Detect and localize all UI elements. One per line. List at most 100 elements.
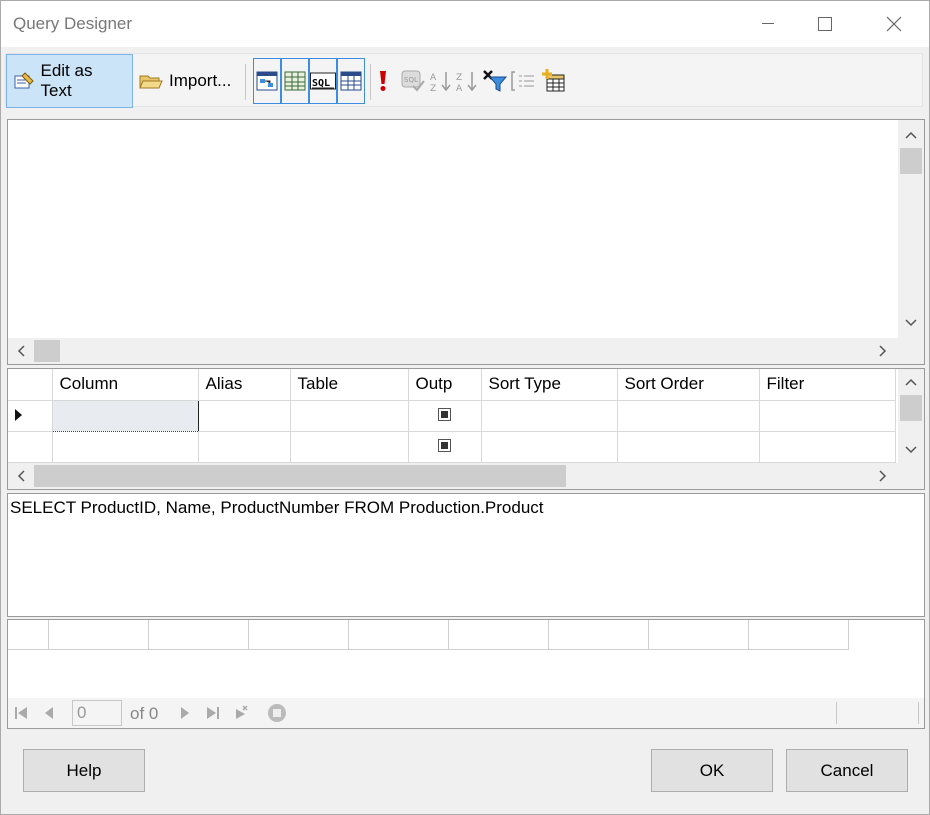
grid-hscroll-thumb[interactable] [34, 465, 566, 487]
sort-order-cell[interactable] [617, 431, 760, 463]
grid-row[interactable] [8, 399, 896, 432]
stop-button[interactable] [266, 702, 288, 724]
first-record-icon [15, 707, 27, 719]
sort-ascending-button[interactable]: A Z [428, 68, 454, 94]
previous-record-button[interactable] [38, 702, 60, 724]
output-cell[interactable] [408, 431, 482, 463]
column-header-sort-type[interactable]: Sort Type [481, 369, 618, 401]
last-record-button[interactable] [202, 702, 224, 724]
filter-cell[interactable] [759, 400, 896, 432]
add-table-icon [542, 69, 565, 92]
window-title: Query Designer [13, 14, 133, 33]
add-table-button[interactable] [540, 68, 566, 94]
next-record-button[interactable] [174, 702, 196, 724]
edit-as-text-button[interactable]: Edit as Text [6, 54, 133, 108]
results-column-cell [449, 620, 549, 650]
grid-horizontal-scrollbar[interactable] [8, 463, 924, 489]
results-column-cell [149, 620, 249, 650]
column-header-column[interactable]: Column [52, 369, 199, 401]
maximize-icon [818, 17, 832, 31]
maximize-button[interactable] [802, 1, 848, 47]
sort-type-cell[interactable] [481, 431, 618, 463]
column-header-sort-order[interactable]: Sort Order [617, 369, 760, 401]
minimize-button[interactable] [745, 1, 791, 47]
alias-cell[interactable] [197, 400, 291, 432]
sort-descending-icon: Z A [456, 72, 477, 93]
diagram-vscroll-thumb[interactable] [900, 148, 922, 174]
criteria-grid: Column Alias Table Outp Sort Type Sort O… [8, 369, 896, 463]
edit-as-text-label: Edit as Text [40, 61, 93, 100]
next-record-icon [181, 707, 189, 719]
column-header-output[interactable]: Outp [408, 369, 482, 401]
help-button[interactable]: Help [23, 749, 145, 792]
svg-text:Z: Z [456, 73, 462, 83]
diagram-vertical-scrollbar[interactable] [898, 120, 924, 338]
scroll-left-icon[interactable] [8, 463, 34, 489]
column-header-table[interactable]: Table [290, 369, 409, 401]
results-column-cell [249, 620, 349, 650]
diagram-pane-toggle[interactable] [253, 58, 281, 104]
run-button[interactable] [374, 68, 392, 94]
sql-pane-toggle[interactable]: SQL [309, 58, 337, 104]
svg-text:SQL: SQL [404, 76, 418, 84]
new-record-button[interactable] [230, 702, 252, 724]
current-page-input[interactable] [72, 700, 122, 726]
output-cell[interactable] [408, 400, 482, 432]
scroll-right-icon[interactable] [870, 338, 896, 364]
grid-row[interactable] [8, 431, 896, 463]
grid-vertical-scrollbar[interactable] [898, 369, 924, 463]
sort-type-cell[interactable] [481, 400, 618, 432]
results-column-cell [49, 620, 149, 650]
scroll-up-icon[interactable] [898, 122, 924, 148]
sort-ascending-icon: A Z [430, 72, 451, 93]
filter-cell[interactable] [759, 431, 896, 463]
scroll-right-icon[interactable] [870, 463, 896, 489]
ok-button[interactable]: OK [651, 749, 773, 792]
column-cell[interactable] [52, 431, 199, 463]
diagram-pane[interactable] [7, 119, 925, 365]
sort-order-cell[interactable] [617, 400, 760, 432]
remove-filter-button[interactable] [482, 68, 508, 94]
results-pane: of 0 [7, 619, 925, 729]
row-selector[interactable] [8, 400, 53, 432]
close-button[interactable] [871, 1, 917, 47]
table-cell[interactable] [290, 400, 409, 432]
sql-text[interactable]: SELECT ProductID, Name, ProductNumber FR… [10, 498, 544, 518]
column-cell[interactable] [51, 399, 199, 432]
table-cell[interactable] [290, 431, 409, 463]
diagram-pane-icon [256, 71, 278, 91]
verify-sql-icon: SQL [401, 70, 425, 92]
grid-vscroll-thumb[interactable] [900, 395, 922, 421]
sql-icon-text: SQL [312, 78, 330, 89]
import-button[interactable]: Import... [133, 54, 237, 108]
output-checkbox[interactable] [438, 438, 451, 452]
sql-pane[interactable]: SELECT ProductID, Name, ProductNumber FR… [7, 493, 925, 617]
output-checkbox[interactable] [438, 407, 451, 421]
scroll-up-icon[interactable] [898, 369, 924, 395]
scroll-down-icon[interactable] [898, 437, 924, 463]
remove-filter-icon [483, 70, 508, 92]
column-header-filter[interactable]: Filter [759, 369, 896, 401]
open-folder-icon [139, 75, 163, 89]
first-record-button[interactable] [10, 702, 32, 724]
cancel-button[interactable]: Cancel [786, 749, 908, 792]
last-record-icon [207, 707, 219, 719]
status-separator [918, 702, 919, 724]
diagram-hscroll-thumb[interactable] [34, 340, 60, 362]
row-selector[interactable] [8, 431, 53, 463]
results-column-cell [349, 620, 449, 650]
grid-pane-toggle[interactable] [281, 58, 309, 104]
title-bar: Query Designer [1, 1, 929, 47]
use-group-by-button[interactable] [510, 68, 536, 94]
query-designer-window: Query Designer Edit as Text Import... SQ… [0, 0, 930, 815]
exclamation-run-icon [380, 71, 386, 91]
verify-sql-button[interactable]: SQL [400, 68, 426, 94]
results-pane-toggle[interactable] [337, 58, 365, 104]
diagram-horizontal-scrollbar[interactable] [8, 338, 924, 364]
record-navigator: of 0 [8, 698, 924, 728]
scroll-down-icon[interactable] [898, 310, 924, 336]
alias-cell[interactable] [197, 431, 291, 463]
sort-descending-button[interactable]: Z A [454, 68, 480, 94]
column-header-alias[interactable]: Alias [198, 369, 291, 401]
scroll-left-icon[interactable] [8, 338, 34, 364]
